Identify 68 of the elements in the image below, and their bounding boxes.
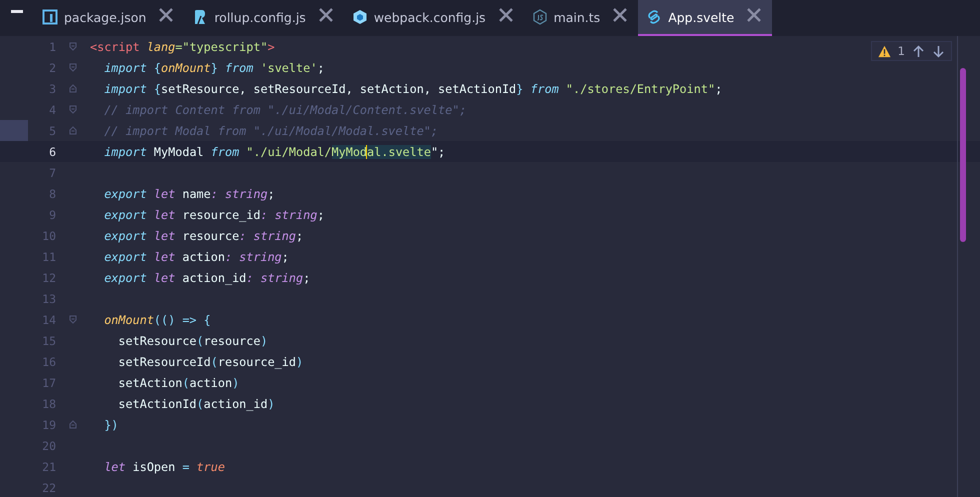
code-line: setActionId(action_id) <box>117 396 275 410</box>
close-icon[interactable] <box>498 7 514 23</box>
code-comment: // import Modal from "./ui/Modal/Modal.svelte"; <box>103 124 438 138</box>
line-number: 13 <box>42 292 56 306</box>
code-comment: // import Content from "./ui/Modal/Content.svelte"; <box>103 102 466 116</box>
fold-icon[interactable] <box>69 84 77 93</box>
code-line: export let resource: string; <box>103 228 304 242</box>
line-number: 6 <box>49 144 56 158</box>
line-number: 10 <box>42 228 56 242</box>
line-number: 19 <box>42 418 56 432</box>
file-tab[interactable]: App.svelte <box>638 0 772 36</box>
file-tab[interactable]: webpack.config.js <box>344 0 524 36</box>
warning-count: 1 <box>898 44 905 58</box>
code-line: setAction(action) <box>117 376 240 390</box>
close-icon[interactable] <box>318 7 334 23</box>
line-number: 3 <box>49 82 56 96</box>
up-arrow-icon[interactable] <box>912 44 925 58</box>
line-number: 4 <box>49 102 56 116</box>
code-line: import MyModal from "./ui/Modal/MyModal.svelte"; <box>103 144 446 158</box>
code-line: export let name: string; <box>103 186 275 200</box>
close-icon[interactable] <box>158 7 174 23</box>
code-line: export let action_id: string; <box>103 270 310 284</box>
line-number: 9 <box>49 208 56 222</box>
line-number: 16 <box>42 354 56 368</box>
fold-icon[interactable] <box>69 63 77 72</box>
line-number: 7 <box>49 166 56 180</box>
code-line: let isOpen = true <box>103 460 225 474</box>
file-tab[interactable]: rollup.config.js <box>184 0 344 36</box>
line-number: 8 <box>49 186 56 200</box>
file-tab[interactable]: package.json <box>34 0 184 36</box>
code-line: onMount(() => { <box>103 312 211 326</box>
close-icon[interactable] <box>746 7 762 23</box>
code-line: import {setResource, setResourceId, setAction, setActionId} from "./stores/EntryPoint"; <box>103 82 722 96</box>
line-number: 17 <box>42 376 56 390</box>
inspection-widget[interactable]: 1 <box>870 41 952 61</box>
square-logo-icon <box>42 9 58 25</box>
menu-icon[interactable] <box>11 10 23 12</box>
line-number: 22 <box>42 480 56 494</box>
line-number: 1 <box>49 40 56 54</box>
line-number: 15 <box>42 334 56 348</box>
scrollbar-thumb[interactable] <box>960 68 966 242</box>
code-line: export let action: string; <box>103 250 289 264</box>
fold-icon[interactable] <box>69 105 77 114</box>
close-icon[interactable] <box>612 7 628 23</box>
code-line: export let resource_id: string; <box>103 208 324 222</box>
hexagon-js-icon <box>532 9 548 25</box>
code-line: <script lang="typescript"> <box>90 40 275 54</box>
s-logo-icon <box>646 9 662 25</box>
code-line: import {onMount} from 'svelte'; <box>103 60 324 74</box>
fold-icon[interactable] <box>69 420 77 429</box>
warning-icon <box>878 44 891 58</box>
fold-icon[interactable] <box>69 126 77 135</box>
code-line: setResource(resource) <box>117 334 268 348</box>
line-number: 12 <box>42 270 56 284</box>
fold-icon[interactable] <box>69 42 77 51</box>
line-number: 18 <box>42 396 56 410</box>
down-arrow-icon[interactable] <box>932 44 945 58</box>
line-number: 21 <box>42 460 56 474</box>
code-line: }) <box>103 418 118 432</box>
cube-logo-icon <box>352 9 368 25</box>
line-number: 11 <box>42 250 56 264</box>
fold-icon[interactable] <box>69 315 77 324</box>
code-line: setResourceId(resource_id) <box>117 354 304 368</box>
line-number: 5 <box>49 124 56 138</box>
line-number: 20 <box>42 438 56 452</box>
line-number: 14 <box>42 312 56 326</box>
file-tab[interactable]: main.ts <box>524 0 638 36</box>
line-number: 2 <box>49 60 56 74</box>
